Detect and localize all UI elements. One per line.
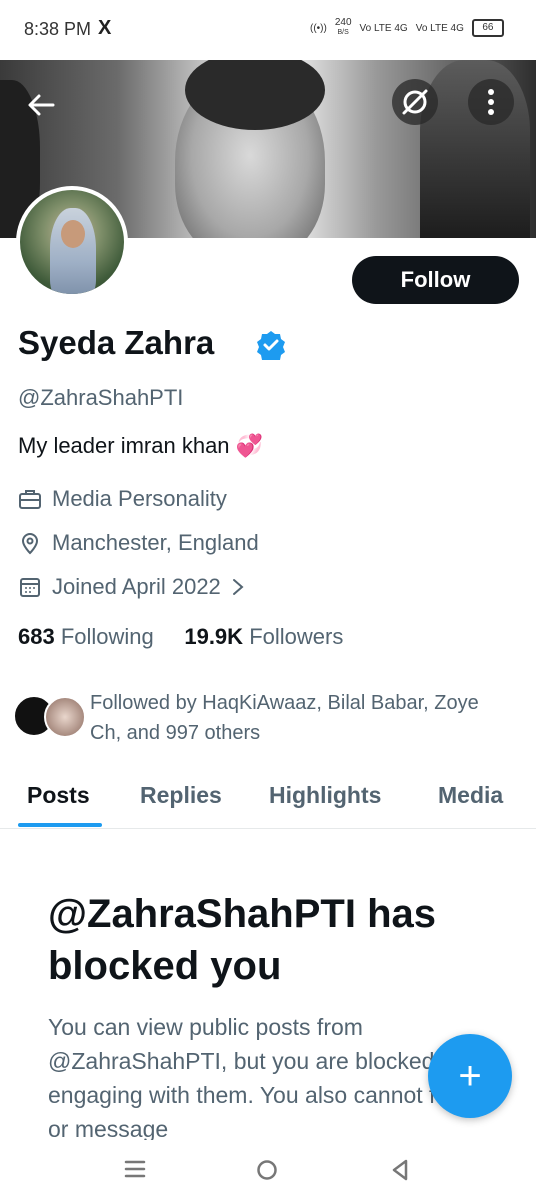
hotspot-icon: ((•)) <box>310 22 327 34</box>
followed-by-avatars[interactable] <box>14 696 86 738</box>
chevron-right-icon <box>232 579 244 595</box>
more-button[interactable] <box>468 79 514 125</box>
avatar[interactable] <box>16 186 128 298</box>
follow-counts: 683 Following 19.9K Followers <box>18 624 343 650</box>
profile-location: Manchester, England <box>18 530 259 556</box>
tab-replies[interactable]: Replies <box>140 782 222 809</box>
following-link[interactable]: 683 Following <box>18 624 154 649</box>
sim1-signal: Vo LTE 4G <box>359 22 408 34</box>
joined-label: Joined April 2022 <box>52 574 221 599</box>
location-pin-icon <box>21 533 39 555</box>
verified-badge-icon <box>257 331 285 360</box>
blocked-body: You can view public posts from @ZahraSha… <box>48 1014 488 1142</box>
followers-count: 19.9K <box>184 624 244 649</box>
category-label: Media Personality <box>52 486 227 511</box>
net-speed-unit: B/S <box>337 29 349 36</box>
home-icon[interactable] <box>256 1159 278 1181</box>
more-vertical-icon <box>488 89 494 115</box>
compose-button[interactable]: + <box>428 1034 512 1118</box>
profile-handle: @ZahraShahPTI <box>18 385 184 410</box>
profile-bio: My leader imran khan 💞 <box>18 433 264 458</box>
back-arrow-icon <box>28 94 55 116</box>
recent-apps-icon[interactable] <box>124 1160 146 1178</box>
location-label: Manchester, England <box>52 530 259 555</box>
status-time: 8:38 PM <box>24 19 92 39</box>
calendar-icon <box>20 578 40 597</box>
blocked-title: @ZahraShahPTI has blocked you <box>48 892 436 988</box>
grok-button[interactable] <box>392 79 438 125</box>
plus-icon: + <box>458 1053 482 1098</box>
status-indicators: ((•)) 240 B/S Vo LTE 4G Vo LTE 4G 66 <box>310 18 504 38</box>
status-bar: 8:38 PM X ((•)) 240 B/S Vo LTE 4G Vo LTE… <box>0 0 536 60</box>
tab-highlights[interactable]: Highlights <box>269 782 381 809</box>
profile-tabs: Posts Replies Highlights Media <box>0 770 536 829</box>
following-label: Following <box>60 624 154 649</box>
x-app-icon: X <box>98 17 112 39</box>
follower-avatar <box>44 696 86 738</box>
following-count: 683 <box>18 624 55 649</box>
briefcase-icon <box>19 490 41 509</box>
net-speed: 240 B/S <box>335 18 352 38</box>
back-nav-icon[interactable] <box>390 1158 410 1182</box>
followers-label: Followers <box>249 624 344 649</box>
net-speed-value: 240 <box>334 17 352 28</box>
profile-joined[interactable]: Joined April 2022 <box>18 574 245 600</box>
sim2-signal: Vo LTE 4G <box>415 22 464 34</box>
system-nav-bar <box>0 1140 536 1200</box>
profile-name: Syeda Zahra <box>18 324 215 361</box>
follow-button[interactable]: Follow <box>352 256 519 304</box>
followed-by-text[interactable]: Followed by HaqKiAwaaz, Bilal Babar, Zoy… <box>90 688 510 748</box>
tab-media[interactable]: Media <box>438 782 503 809</box>
grok-icon <box>402 89 428 115</box>
tab-posts[interactable]: Posts <box>27 782 90 809</box>
battery-icon: 66 <box>471 19 504 37</box>
profile-category: Media Personality <box>18 486 227 512</box>
back-button[interactable] <box>18 82 64 128</box>
followers-link[interactable]: 19.9K Followers <box>184 624 343 649</box>
avatar-face <box>61 220 85 248</box>
active-tab-indicator <box>18 823 102 827</box>
